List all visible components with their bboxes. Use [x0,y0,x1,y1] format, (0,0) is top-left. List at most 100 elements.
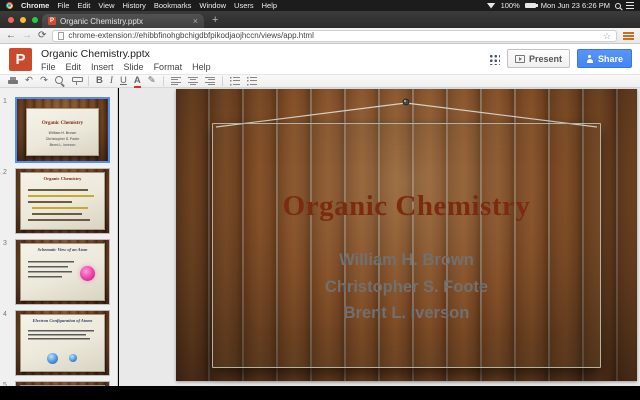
app-header: P Organic Chemistry.pptx File Edit Inser… [0,44,640,74]
slide-authors: William H. Brown Christopher S. Foote Br… [325,247,488,327]
slide-thumbnail-2[interactable]: Organic Chemistry [15,168,110,234]
slide-title: Organic Chemistry [283,190,531,223]
tab-favicon: P [48,17,56,25]
align-center-icon[interactable] [188,77,198,86]
menu-format[interactable]: Format [154,62,183,72]
tab-title: Organic Chemistry.pptx [60,17,189,26]
underline-button[interactable]: U [120,75,127,87]
back-button[interactable]: ← [6,29,16,43]
reload-button[interactable]: ⟳ [38,29,46,43]
slide-number: 2 [3,169,7,176]
slide-thumbnail-4[interactable]: Electron Configuration of Atoms [15,310,110,376]
author-line: Christopher S. Foote [325,274,488,301]
bookmark-star-icon[interactable]: ☆ [603,31,611,41]
notification-center-icon[interactable] [626,2,634,9]
filmstrip-row: 3 Schematic View of an Atom [0,239,118,307]
present-icon [515,55,525,63]
redo-icon[interactable]: ↷ [40,75,48,87]
spotlight-icon[interactable] [615,3,621,9]
omnibox[interactable]: chrome-extension://ehibbfinohgbchigdbfpi… [52,30,617,42]
filmstrip-row: 2 Organic Chemistry [0,168,118,236]
highlight-pen-icon[interactable]: ✎ [148,75,156,87]
menubar-item-edit[interactable]: Edit [77,0,90,11]
app-menubar: File Edit Insert Slide Format Help [41,62,211,72]
share-button[interactable]: Share [577,49,632,68]
tab-close-icon[interactable]: × [193,17,198,26]
app-logo[interactable]: P [9,48,32,71]
menubar-item-file[interactable]: File [57,0,69,11]
battery-percent: 100% [501,0,520,11]
battery-icon[interactable] [525,3,536,8]
slide-thumbnail-1[interactable]: Organic Chemistry William H. Brown Chris… [15,97,110,163]
slide-number: 4 [3,311,7,318]
bulleted-list-icon[interactable] [247,77,257,86]
forward-button[interactable]: → [22,29,32,43]
menubar-item-help[interactable]: Help [262,0,277,11]
chrome-logo-icon[interactable] [6,2,13,9]
toolbar-separator [222,76,223,86]
text-color-button[interactable]: A [134,75,141,87]
thumb-title: Electron Configuration of Atoms [21,318,104,323]
atom-diagram-icon [80,266,95,281]
menubar-item-bookmarks[interactable]: Bookmarks [154,0,192,11]
browser-tab[interactable]: P Organic Chemistry.pptx × [42,14,204,28]
minimize-window-button[interactable] [20,17,26,23]
menu-insert[interactable]: Insert [91,62,114,72]
menubar-item-window[interactable]: Window [199,0,226,11]
present-label: Present [529,54,562,64]
toolbar-separator [163,76,164,86]
macos-menubar: Chrome File Edit View History Bookmarks … [0,0,640,11]
menu-file[interactable]: File [41,62,56,72]
new-tab-button[interactable]: + [212,14,218,27]
apps-grid-icon[interactable] [488,53,500,65]
menubar-item-chrome[interactable]: Chrome [21,0,49,11]
menubar-item-history[interactable]: History [123,0,146,11]
numbered-list-icon[interactable] [230,77,240,86]
share-label: Share [598,54,623,64]
thumb-body-text [28,329,98,345]
slide-thumbnail-3[interactable]: Schematic View of an Atom [15,239,110,305]
align-left-icon[interactable] [171,77,181,86]
wifi-icon[interactable] [487,3,496,9]
chrome-menu-icon[interactable] [623,32,634,40]
menubar-status-area: 100% Mon Jun 23 6:26 PM [487,0,634,11]
toolbar-separator [88,76,89,86]
close-window-button[interactable] [8,17,14,23]
menubar-item-users[interactable]: Users [234,0,254,11]
menubar-item-view[interactable]: View [98,0,114,11]
print-icon[interactable] [8,77,18,86]
thumb-title: Organic Chemistry [42,121,83,126]
menu-slide[interactable]: Slide [124,62,144,72]
tab-strip: P Organic Chemistry.pptx × + [0,11,640,28]
menu-help[interactable]: Help [192,62,211,72]
electron-sphere-icon [47,353,58,364]
desktop-background [0,386,640,400]
screen: Chrome File Edit View History Bookmarks … [0,0,640,400]
thumb-title: Organic Chemistry [21,176,104,181]
document-title[interactable]: Organic Chemistry.pptx [41,48,150,60]
author-line: Brent L. Iverson [325,300,488,327]
undo-icon[interactable]: ↶ [25,75,33,87]
author-line: William H. Brown [325,247,488,274]
align-right-icon[interactable] [205,77,215,86]
slide-canvas[interactable]: Organic Chemistry William H. Brown Chris… [176,89,637,381]
menubar-clock[interactable]: Mon Jun 23 6:26 PM [541,0,610,11]
menu-edit[interactable]: Edit [66,62,82,72]
header-actions: Present Share [488,49,632,68]
address-bar: ← → ⟳ chrome-extension://ehibbfinohgbchi… [0,28,640,44]
bold-button[interactable]: B [96,75,103,87]
thumb-title: Schematic View of an Atom [21,247,104,252]
present-button[interactable]: Present [507,49,570,68]
thumb-body-text [28,188,102,226]
italic-button[interactable]: I [110,75,113,87]
toolbar: ↶ ↷ B I U A ✎ [0,74,640,88]
page-icon [58,32,64,40]
slide-number: 1 [3,98,7,105]
zoom-window-button[interactable] [32,17,38,23]
url-text[interactable]: chrome-extension://ehibbfinohgbchigdbfpi… [68,31,599,40]
paint-format-icon[interactable] [72,77,81,86]
editor-canvas: Organic Chemistry William H. Brown Chris… [119,88,640,386]
electron-sphere-icon [69,354,77,362]
slide-filmstrip: 1 Organic Chemistry William H. Brown Chr… [0,88,118,386]
zoom-icon[interactable] [55,76,65,86]
